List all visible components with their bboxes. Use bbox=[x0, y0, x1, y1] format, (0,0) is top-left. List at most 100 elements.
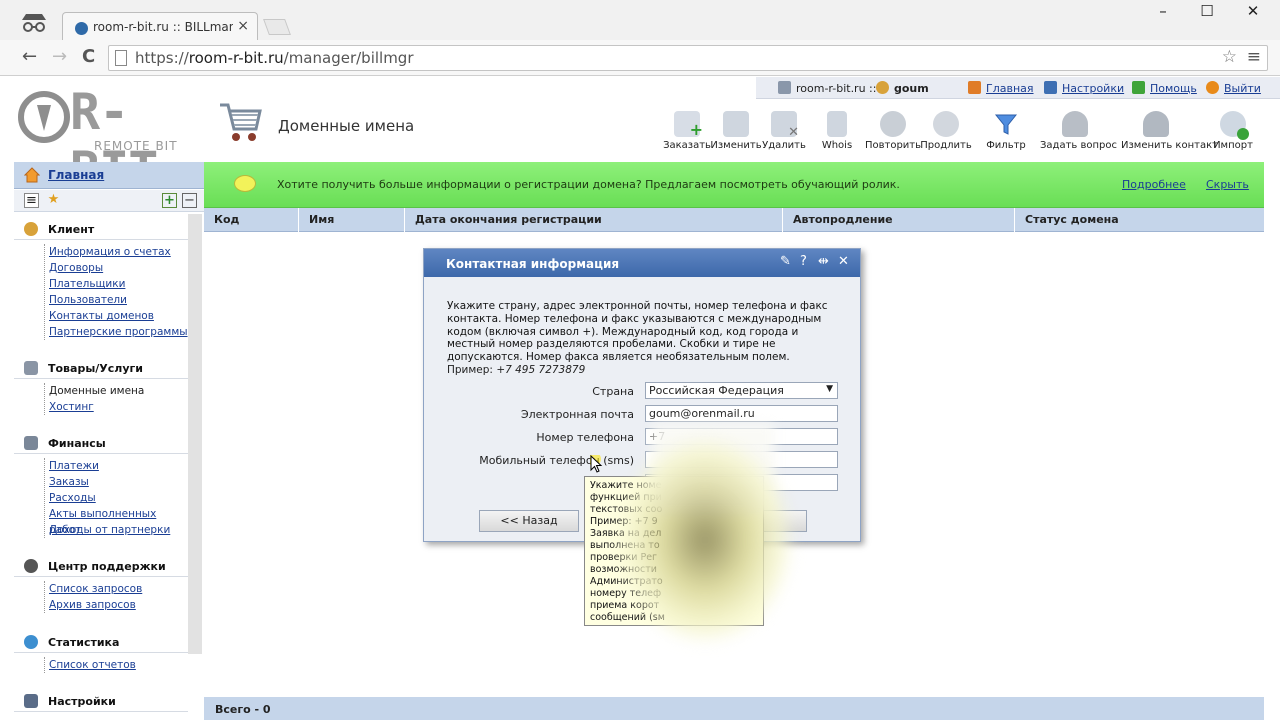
contact-icon bbox=[1143, 111, 1169, 137]
collapse-all-icon[interactable]: − bbox=[182, 193, 197, 208]
column-autorenew[interactable]: Автопродление bbox=[783, 208, 1015, 232]
sidebar-section-header[interactable]: Центр поддержки bbox=[14, 555, 188, 577]
edit-icon bbox=[723, 111, 749, 137]
renew-icon bbox=[933, 111, 959, 137]
forward-icon[interactable]: → bbox=[52, 46, 67, 67]
phone-label: Номер телефона bbox=[536, 431, 634, 444]
repeat-icon bbox=[880, 111, 906, 137]
sidebar-item-orders[interactable]: Заказы bbox=[49, 476, 89, 488]
maximize-icon[interactable]: ☐ bbox=[1184, 2, 1230, 20]
user-icon bbox=[876, 81, 889, 94]
toolbar-import-button[interactable]: Импорт bbox=[1198, 111, 1268, 151]
sidebar-section-header[interactable]: Товары/Услуги bbox=[14, 357, 188, 379]
redaction-blur bbox=[620, 440, 790, 640]
column-name[interactable]: Имя bbox=[299, 208, 405, 232]
headset-icon bbox=[24, 559, 38, 573]
incognito-icon bbox=[22, 14, 46, 32]
back-icon[interactable]: ← bbox=[22, 46, 37, 67]
column-code[interactable]: Код bbox=[204, 208, 299, 232]
client-icon bbox=[24, 222, 38, 236]
banner-hide-link[interactable]: Скрыть bbox=[1206, 178, 1249, 191]
site-label: room-r-bit.ru :: bbox=[778, 81, 876, 95]
banner-more-link[interactable]: Подробнее bbox=[1122, 178, 1186, 191]
help-question-icon[interactable]: ? bbox=[800, 254, 807, 269]
sidebar-scrollbar[interactable] bbox=[188, 214, 202, 654]
browser-tab[interactable]: room-r-bit.ru :: BILLmanag × bbox=[62, 12, 258, 42]
address-bar[interactable]: https://room-r-bit.ru/manager/billmgr ☆ … bbox=[108, 45, 1268, 71]
sidebar-section-header[interactable]: Финансы bbox=[14, 432, 188, 454]
whois-icon bbox=[827, 111, 847, 137]
favicon-icon bbox=[75, 22, 88, 35]
expand-all-icon[interactable]: + bbox=[162, 193, 177, 208]
dialog-close-icon[interactable]: ✕ bbox=[838, 254, 849, 269]
country-select[interactable]: Российская Федерация bbox=[645, 382, 838, 399]
bookmark-star-icon[interactable]: ☆ bbox=[1222, 47, 1237, 67]
sidebar-section-stats: Статистика Список отчетов bbox=[14, 631, 188, 673]
pin-icon[interactable]: ✎ bbox=[780, 254, 791, 269]
sidebar-home[interactable]: Главная bbox=[14, 162, 204, 189]
tab-close-icon[interactable]: × bbox=[237, 18, 249, 34]
toolbar-filter-button[interactable]: Фильтр bbox=[971, 111, 1041, 151]
toolbar-ask-button[interactable]: Задать вопрос bbox=[1040, 111, 1117, 151]
settings-link[interactable]: Настройки bbox=[1044, 81, 1124, 95]
sidebar-section-header[interactable]: Настройки bbox=[14, 690, 188, 712]
reload-icon[interactable]: C bbox=[82, 46, 95, 67]
browser-menu-icon[interactable]: ≡ bbox=[1247, 47, 1261, 67]
cart-small-icon bbox=[24, 361, 38, 375]
dialog-title: Контактная информация bbox=[446, 257, 620, 271]
settings-small-icon bbox=[24, 694, 38, 708]
sidebar-item-invoices[interactable]: Информация о счетах bbox=[49, 246, 171, 258]
sidebar-section-client: Клиент Информация о счетах Договоры Плат… bbox=[14, 218, 188, 340]
sidebar-home-link[interactable]: Главная bbox=[48, 168, 104, 182]
sidebar-section-support: Центр поддержки Список запросов Архив за… bbox=[14, 555, 188, 613]
sidebar-item-payers[interactable]: Плательщики bbox=[49, 278, 125, 290]
home-icon bbox=[24, 167, 40, 183]
sidebar-item-domain-contacts[interactable]: Контакты доменов bbox=[49, 310, 154, 322]
favorites-star-icon[interactable]: ★ bbox=[46, 193, 61, 208]
info-banner: Хотите получить больше информации о реги… bbox=[204, 162, 1264, 208]
sidebar-item-users[interactable]: Пользователи bbox=[49, 294, 127, 306]
mobile-label: Мобильный телефон (sms) bbox=[479, 454, 634, 467]
sidebar-item-hosting[interactable]: Хостинг bbox=[49, 401, 94, 413]
new-tab-button[interactable] bbox=[263, 19, 291, 35]
sidebar-section-header[interactable]: Клиент bbox=[14, 218, 188, 240]
resize-icon[interactable]: ⇹ bbox=[818, 254, 829, 269]
list-view-icon[interactable]: ≡ bbox=[24, 193, 39, 208]
dialog-header[interactable]: Контактная информация ✎ ? ⇹ ✕ bbox=[424, 249, 860, 277]
cart-icon bbox=[220, 103, 262, 141]
sidebar-item-requests[interactable]: Список запросов bbox=[49, 583, 142, 595]
column-domain-status[interactable]: Статус домена bbox=[1015, 208, 1264, 232]
sidebar-section-header[interactable]: Статистика bbox=[14, 631, 188, 653]
rbit-logo: R-BIT REMOTE BIT bbox=[18, 83, 203, 199]
browser-tab-bar: room-r-bit.ru :: BILLmanag × – ☐ ✕ bbox=[0, 0, 1280, 42]
back-button[interactable]: << Назад bbox=[479, 510, 579, 532]
page-icon bbox=[115, 50, 127, 66]
content-scrollbar[interactable] bbox=[1264, 208, 1280, 720]
sidebar-item-contracts[interactable]: Договоры bbox=[49, 262, 103, 274]
sidebar-item-requests-archive[interactable]: Архив запросов bbox=[49, 599, 136, 611]
import-icon bbox=[1220, 111, 1249, 140]
app-header: R-BIT REMOTE BIT Доменные имена room-r-b… bbox=[0, 77, 1280, 199]
help-link[interactable]: Помощь bbox=[1132, 81, 1197, 95]
toolbar-change-contact-button[interactable]: Изменить контакт bbox=[1121, 111, 1218, 151]
sidebar-item-payments[interactable]: Платежи bbox=[49, 460, 99, 472]
home-link[interactable]: Главная bbox=[968, 81, 1034, 95]
minimize-icon[interactable]: – bbox=[1140, 2, 1186, 20]
country-label: Страна bbox=[592, 385, 634, 398]
sidebar: Главная ≡ ★ + − Клиент Информация о счет… bbox=[14, 162, 204, 720]
speech-bubble-icon bbox=[234, 175, 256, 192]
window-close-icon[interactable]: ✕ bbox=[1230, 2, 1276, 20]
sidebar-item-partner-programs[interactable]: Партнерские программы bbox=[49, 326, 188, 338]
settings-icon bbox=[1044, 81, 1057, 94]
dialog-instructions: Укажите страну, адрес электронной почты,… bbox=[447, 300, 828, 364]
table-footer: Всего - 0 bbox=[204, 697, 1264, 720]
tab-title: room-r-bit.ru :: BILLmanag bbox=[93, 20, 233, 34]
sidebar-item-reports[interactable]: Список отчетов bbox=[49, 659, 136, 671]
email-field[interactable]: goum@orenmail.ru bbox=[645, 405, 838, 422]
sidebar-item-domain-names[interactable]: Доменные имена bbox=[49, 385, 144, 397]
column-expiry-date[interactable]: Дата окончания регистрации bbox=[405, 208, 783, 232]
logout-link[interactable]: Выйти bbox=[1206, 81, 1261, 95]
sidebar-item-partner-income[interactable]: Доходы от партнерки bbox=[49, 524, 170, 536]
sidebar-item-expenses[interactable]: Расходы bbox=[49, 492, 96, 504]
help-icon bbox=[1132, 81, 1145, 94]
